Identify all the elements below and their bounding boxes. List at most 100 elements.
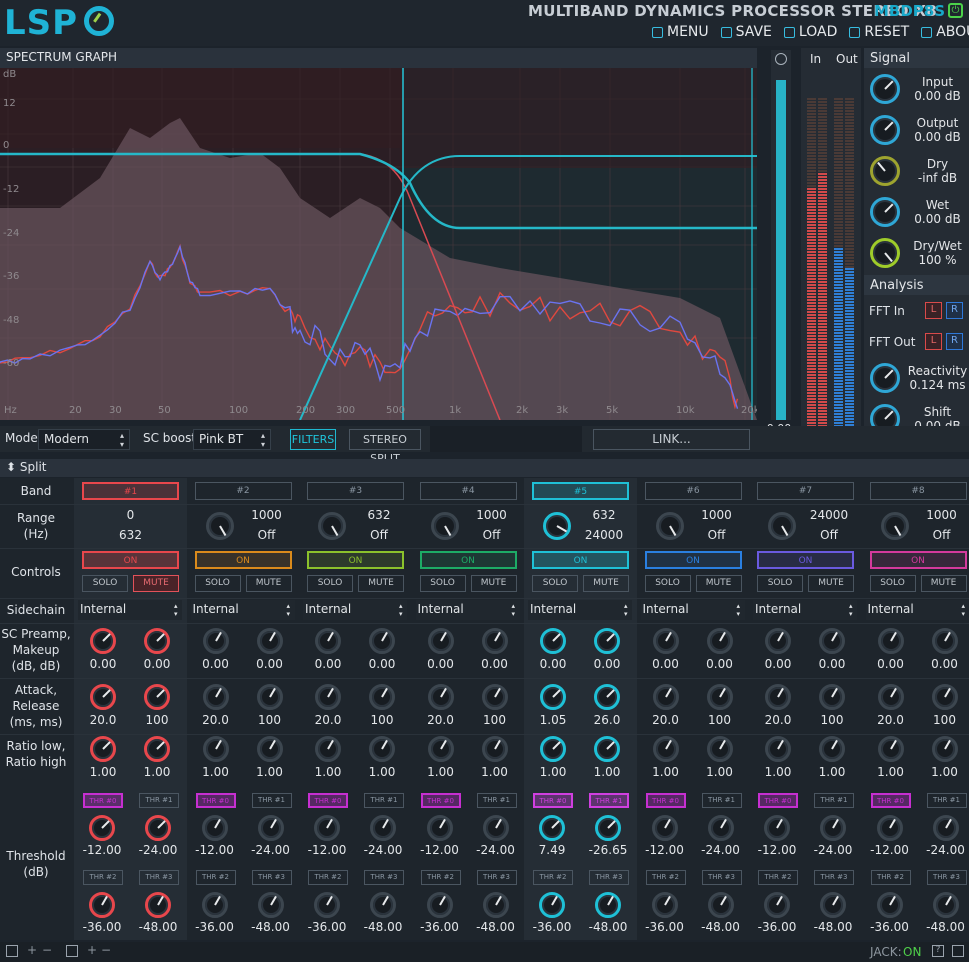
font-smaller-icon[interactable]: − — [101, 943, 111, 957]
threshold-knob-1[interactable] — [145, 815, 171, 841]
threshold-knob-3[interactable] — [707, 892, 734, 918]
range-start[interactable]: 24000 — [804, 508, 854, 522]
threshold-knob-3[interactable] — [370, 892, 396, 918]
threshold-toggle-3[interactable]: THR #3 — [476, 870, 517, 885]
threshold-toggle-2[interactable]: THR #2 — [83, 870, 123, 885]
attack-knob[interactable] — [315, 684, 341, 710]
threshold-knob-1[interactable] — [595, 815, 621, 841]
threshold-knob-3[interactable] — [932, 892, 959, 918]
attack-knob[interactable] — [202, 684, 229, 710]
attack-knob[interactable] — [90, 684, 116, 710]
preamp-knob[interactable] — [652, 628, 679, 654]
threshold-knob-0[interactable] — [651, 815, 678, 841]
band-on-toggle[interactable]: ON — [419, 551, 517, 569]
menu-button[interactable]: MENU — [652, 24, 709, 40]
band-on-toggle[interactable]: ON — [869, 551, 967, 569]
threshold-toggle-2[interactable]: THR #2 — [533, 870, 573, 885]
solo-button[interactable]: SOLO — [869, 575, 916, 592]
threshold-toggle-1[interactable]: THR #1 — [589, 793, 629, 808]
band-on-toggle[interactable]: ON — [532, 551, 629, 569]
rhigh-knob[interactable] — [594, 736, 620, 762]
solo-button[interactable]: SOLO — [757, 575, 803, 592]
release-knob[interactable] — [706, 684, 733, 710]
attack-knob[interactable] — [765, 684, 791, 710]
band-select-button[interactable]: #1 — [82, 482, 179, 500]
band-select-button[interactable]: #2 — [194, 482, 292, 500]
threshold-knob-2[interactable] — [651, 892, 678, 918]
threshold-toggle-0[interactable]: THR #0 — [645, 793, 686, 808]
threshold-toggle-2[interactable]: THR #2 — [758, 870, 798, 885]
band-select-button[interactable]: #5 — [532, 482, 629, 500]
mute-button[interactable]: MUTE — [583, 575, 629, 592]
sidechain-select[interactable]: Internal — [753, 600, 857, 620]
range-start[interactable]: 632 — [579, 508, 629, 522]
range-start[interactable]: 0 — [74, 508, 187, 522]
wet-knob[interactable] — [870, 196, 900, 227]
threshold-knob-1[interactable] — [707, 815, 734, 841]
release-knob[interactable] — [144, 684, 170, 710]
band-on-toggle[interactable]: ON — [644, 551, 742, 569]
range-end[interactable]: Off — [242, 528, 292, 542]
threshold-toggle-1[interactable]: THR #1 — [701, 793, 742, 808]
help-icon[interactable]: ? — [932, 945, 944, 957]
range-knob[interactable] — [768, 512, 796, 540]
threshold-knob-1[interactable] — [370, 815, 396, 841]
threshold-knob-1[interactable] — [820, 815, 846, 841]
reset-button[interactable]: RESET — [849, 24, 909, 40]
save-button[interactable]: SAVE — [720, 24, 772, 40]
solo-button[interactable]: SOLO — [194, 575, 241, 592]
threshold-knob-2[interactable] — [314, 892, 340, 918]
rlow-knob[interactable] — [315, 736, 341, 762]
preamp-knob[interactable] — [877, 628, 904, 654]
solo-button[interactable]: SOLO — [419, 575, 466, 592]
rlow-knob[interactable] — [427, 736, 454, 762]
font-bigger-icon[interactable]: + — [87, 943, 97, 957]
zoom-in-icon[interactable]: + — [27, 943, 37, 957]
window-icon[interactable] — [6, 945, 18, 957]
threshold-knob-3[interactable] — [482, 892, 509, 918]
makeup-knob[interactable] — [144, 628, 170, 654]
threshold-knob-0[interactable] — [539, 815, 565, 841]
release-knob[interactable] — [256, 684, 283, 710]
band-select-button[interactable]: #3 — [307, 482, 404, 500]
rhigh-knob[interactable] — [931, 736, 958, 762]
zoom-slider-fill[interactable] — [776, 80, 786, 420]
range-end[interactable]: 632 — [74, 528, 187, 542]
release-knob[interactable] — [594, 684, 620, 710]
threshold-knob-2[interactable] — [89, 892, 115, 918]
threshold-toggle-2[interactable]: THR #2 — [645, 870, 686, 885]
rhigh-knob[interactable] — [144, 736, 170, 762]
band-select-button[interactable]: #7 — [757, 482, 854, 500]
mute-button[interactable]: MUTE — [808, 575, 854, 592]
mute-button[interactable]: MUTE — [695, 575, 742, 592]
font-icon[interactable] — [66, 945, 78, 957]
range-start[interactable]: 632 — [354, 508, 404, 522]
threshold-toggle-0[interactable]: THR #0 — [83, 793, 123, 808]
threshold-toggle-0[interactable]: THR #0 — [308, 793, 348, 808]
preamp-knob[interactable] — [765, 628, 791, 654]
preamp-knob[interactable] — [202, 628, 229, 654]
threshold-toggle-2[interactable]: THR #2 — [420, 870, 461, 885]
threshold-toggle-3[interactable]: THR #3 — [926, 870, 967, 885]
range-end[interactable]: Off — [692, 528, 742, 542]
range-end[interactable]: Off — [467, 528, 517, 542]
output-knob[interactable] — [870, 114, 900, 145]
threshold-toggle-1[interactable]: THR #1 — [139, 793, 179, 808]
threshold-knob-0[interactable] — [201, 815, 228, 841]
preamp-knob[interactable] — [90, 628, 116, 654]
preamp-knob[interactable] — [427, 628, 454, 654]
threshold-knob-2[interactable] — [201, 892, 228, 918]
solo-button[interactable]: SOLO — [532, 575, 578, 592]
makeup-knob[interactable] — [256, 628, 283, 654]
sidechain-select[interactable]: Internal — [190, 600, 295, 620]
threshold-toggle-3[interactable]: THR #3 — [364, 870, 404, 885]
threshold-knob-3[interactable] — [145, 892, 171, 918]
reactivity-knob[interactable] — [870, 362, 900, 393]
attack-knob[interactable] — [540, 684, 566, 710]
mute-button[interactable]: MUTE — [133, 575, 179, 592]
sidechain-select[interactable]: Internal — [528, 600, 632, 620]
release-knob[interactable] — [369, 684, 395, 710]
band-select-button[interactable]: #4 — [419, 482, 517, 500]
about-button[interactable]: ABOUT — [921, 24, 969, 40]
threshold-knob-0[interactable] — [89, 815, 115, 841]
